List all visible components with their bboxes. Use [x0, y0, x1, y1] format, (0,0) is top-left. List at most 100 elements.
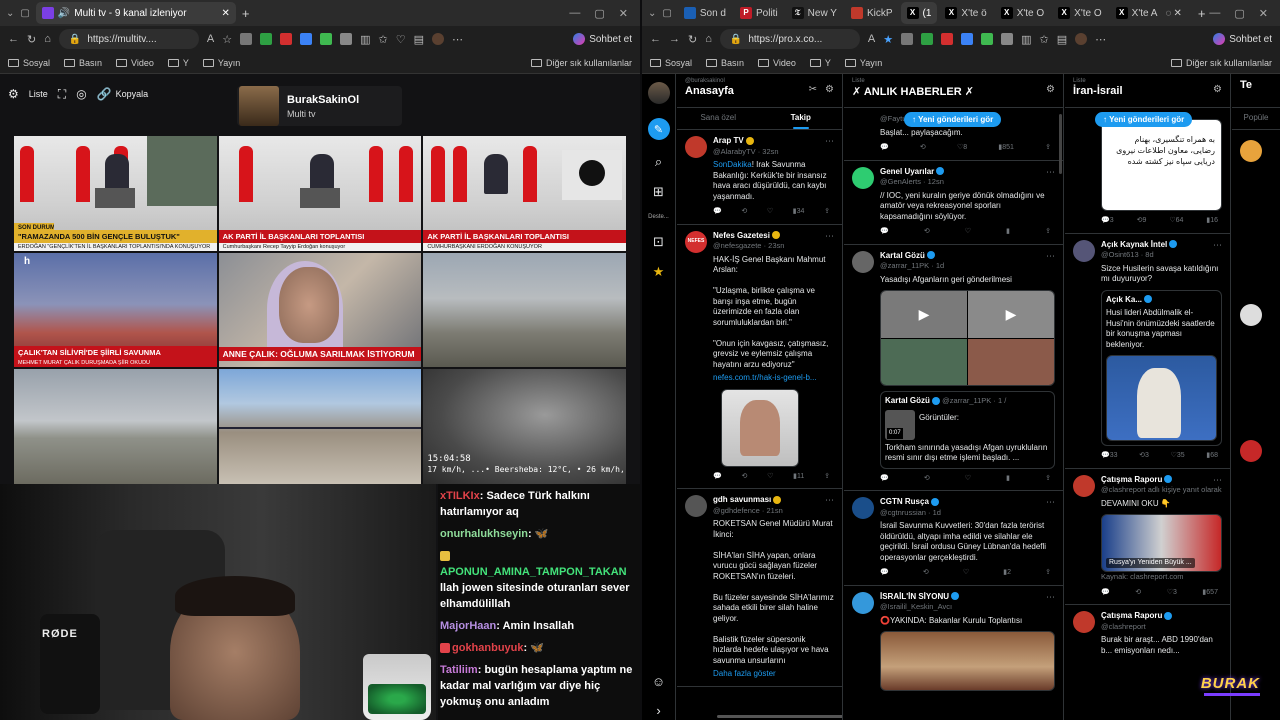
- extension-icon[interactable]: [961, 33, 974, 45]
- chat-username[interactable]: Tatiliim: [440, 664, 478, 676]
- repost-icon[interactable]: ⟲9: [1137, 216, 1147, 227]
- extension-icon[interactable]: [260, 33, 273, 45]
- views-icon[interactable]: ▮11: [793, 472, 804, 483]
- add-column-icon[interactable]: ⊞: [653, 184, 664, 200]
- like-icon[interactable]: ♡: [767, 472, 773, 483]
- favorites-icon[interactable]: ✩: [1040, 33, 1049, 46]
- like-icon[interactable]: ♡35: [1171, 451, 1185, 462]
- tweet-author[interactable]: Arap TV: [713, 136, 744, 145]
- tab-audio-icon[interactable]: 🔊: [58, 8, 70, 19]
- extension-icon[interactable]: [240, 33, 253, 45]
- share-icon[interactable]: ⇪: [1045, 568, 1051, 579]
- tweet-author[interactable]: Çatışma Raporu: [1101, 611, 1162, 620]
- link-icon[interactable]: 🔗: [97, 87, 112, 101]
- views-icon[interactable]: ▮: [1006, 227, 1010, 238]
- video-tile[interactable]: [218, 369, 422, 484]
- deck-edit-icon[interactable]: ⊡: [653, 234, 664, 250]
- favorite-star-icon[interactable]: ☆: [222, 33, 232, 46]
- read-aloud-icon[interactable]: A: [207, 33, 214, 45]
- tweet-avatar[interactable]: [1240, 440, 1262, 462]
- views-icon[interactable]: ▮2: [1003, 568, 1011, 579]
- tweet-link[interactable]: nefes.com.tr/hak-is-genel-b...: [713, 373, 834, 384]
- home-icon[interactable]: ⌂: [705, 33, 712, 45]
- browser-essentials-icon[interactable]: ♡: [396, 33, 406, 46]
- new-tab-icon[interactable]: +: [1198, 6, 1206, 21]
- tweet-author[interactable]: Genel Uyarılar: [880, 167, 934, 176]
- tweet-avatar[interactable]: [1073, 611, 1095, 633]
- more-options-icon[interactable]: ⋯: [825, 231, 834, 242]
- extension-icon[interactable]: [921, 33, 934, 45]
- tweet[interactable]: ⋯ Açık Kaynak İntel @Osint613 · 8d Sizce…: [1065, 234, 1230, 469]
- tweet-avatar[interactable]: NEFES: [685, 230, 707, 253]
- other-favorites[interactable]: Diğer sık kullanılanlar: [1170, 58, 1272, 68]
- reply-icon[interactable]: 💬: [713, 472, 722, 483]
- reply-icon[interactable]: 💬3: [1101, 216, 1114, 227]
- like-icon[interactable]: ♡: [965, 227, 971, 238]
- views-icon[interactable]: ▮851: [998, 143, 1014, 154]
- new-posts-button[interactable]: ↑ Yeni gönderileri gör: [904, 112, 1002, 127]
- like-icon[interactable]: ♡: [965, 474, 971, 485]
- like-icon[interactable]: ♡: [767, 207, 773, 218]
- minimize-icon[interactable]: —: [1209, 7, 1220, 20]
- more-options-icon[interactable]: ⋯: [1046, 592, 1055, 603]
- column-settings-icon[interactable]: ⚙: [825, 84, 834, 95]
- views-icon[interactable]: ▮16: [1206, 216, 1218, 227]
- tweet[interactable]: ⋯ Arap TV @AlarabyTV · 32sn SonDakika! I…: [677, 130, 842, 225]
- forward-icon[interactable]: →: [669, 33, 680, 45]
- bookmark-folder[interactable]: Sosyal: [650, 58, 692, 68]
- maximize-icon[interactable]: ▢: [1234, 7, 1244, 20]
- account-avatar[interactable]: [647, 82, 670, 104]
- play-video-icon[interactable]: ▶: [881, 291, 967, 338]
- tweet-avatar[interactable]: [852, 250, 874, 273]
- tweet-avatar[interactable]: [685, 136, 707, 158]
- video-tile[interactable]: AK PARTİ İL BAŞKANLARI TOPLANTISI Cumhur…: [218, 136, 422, 251]
- tweet[interactable]: ⋯ Genel Uyarılar @GenAlerts · 12sn // IO…: [844, 161, 1063, 245]
- tweet[interactable]: Çatışma Raporu @clashreport Burak bir ar…: [1065, 605, 1230, 662]
- extension-icon[interactable]: [300, 33, 313, 45]
- chat-username[interactable]: onurhalukhseyin: [440, 528, 528, 540]
- browser-tab[interactable]: X X'te O: [1052, 2, 1107, 24]
- bookmark-folder[interactable]: Y: [809, 58, 831, 68]
- split-screen-icon[interactable]: ▥: [1021, 33, 1031, 46]
- tweet-media-grid[interactable]: ▶ ▶: [880, 290, 1055, 386]
- browser-tab[interactable]: 𝔗 New Y: [786, 2, 843, 24]
- close-window-icon[interactable]: ✕: [619, 7, 628, 20]
- tweet-author[interactable]: Nefes Gazetesi: [713, 231, 770, 240]
- bookmark-folder[interactable]: Basın: [64, 58, 102, 68]
- tweet-avatar[interactable]: [852, 591, 874, 614]
- tweet-avatar[interactable]: [852, 497, 874, 519]
- browser-tab[interactable]: X X'te A: [1110, 2, 1164, 24]
- like-icon[interactable]: ♡8: [957, 143, 967, 154]
- url-field[interactable]: 🔒 https://pro.x.co...: [719, 29, 860, 49]
- repost-icon[interactable]: ⟲: [924, 474, 930, 485]
- bookmark-folder[interactable]: Basın: [706, 58, 744, 68]
- compose-post-icon[interactable]: ✎: [647, 118, 670, 140]
- list-button[interactable]: Liste: [29, 89, 48, 99]
- reply-icon[interactable]: 💬33: [1101, 451, 1118, 462]
- extension-icon[interactable]: [340, 33, 353, 45]
- back-icon[interactable]: ←: [8, 33, 19, 45]
- views-icon[interactable]: ▮: [1006, 474, 1010, 485]
- tweet[interactable]: NEFES ⋯ Nefes Gazetesi @nefesgazete · 23…: [677, 225, 842, 489]
- tweet-avatar[interactable]: [1073, 114, 1095, 136]
- extension-icon[interactable]: [941, 33, 954, 45]
- reply-icon[interactable]: 💬: [880, 143, 889, 154]
- tweet-image[interactable]: [880, 631, 1055, 691]
- reply-icon[interactable]: 💬: [713, 207, 722, 218]
- tab-actions-icon[interactable]: ⌄: [6, 8, 14, 19]
- tweet[interactable]: ⋯ CGTN Rusça @cgtnrussian · 1d İsrail Sa…: [844, 491, 1063, 586]
- tweet-avatar[interactable]: [1073, 239, 1095, 262]
- reply-icon[interactable]: 💬: [1101, 588, 1110, 599]
- deck-star-icon[interactable]: ★: [653, 264, 665, 280]
- tweet-author[interactable]: İSRAİL'İN SİYONU: [880, 592, 949, 601]
- tweet[interactable]: ⋯ gdh savunması @gdhdefence · 21sn ROKET…: [677, 489, 842, 687]
- settings-gear-icon[interactable]: ⚙: [8, 87, 19, 101]
- split-screen-icon[interactable]: ▥: [360, 33, 370, 46]
- refresh-icon[interactable]: ↻: [688, 33, 697, 46]
- tweet-image[interactable]: [721, 388, 799, 467]
- more-options-icon[interactable]: ⋯: [825, 136, 834, 147]
- channel-card[interactable]: BurakSakinOl Multi tv: [237, 86, 402, 126]
- workspaces-icon[interactable]: ▢: [20, 8, 29, 19]
- browser-tab[interactable]: X (1: [900, 2, 938, 24]
- tab-following[interactable]: Takip: [760, 108, 843, 129]
